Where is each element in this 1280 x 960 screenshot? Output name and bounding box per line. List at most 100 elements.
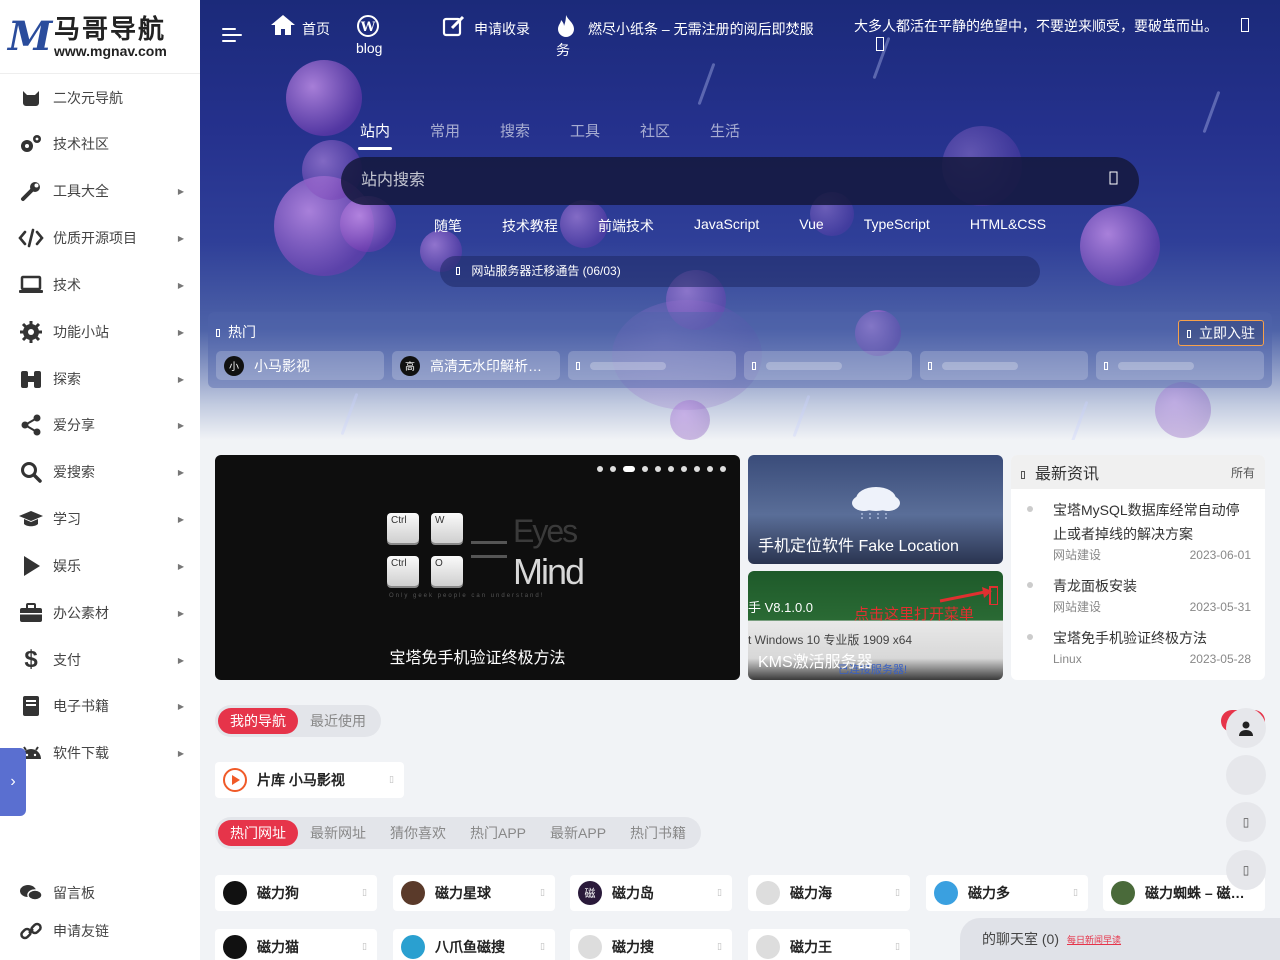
sidebar-item-guestbook[interactable]: 留言板	[0, 873, 200, 913]
site-avatar	[223, 881, 247, 905]
keyword-link[interactable]: TypeScript	[864, 216, 930, 236]
site-card[interactable]: 磁力狗 ▯	[215, 875, 377, 911]
daily-news-link[interactable]: 每日新闻早读	[1067, 933, 1121, 946]
sidebar-item-label: 爱分享	[53, 417, 95, 433]
nav-burn-note[interactable]: 燃尽小纸条 – 无需注册的阅后即焚服务	[556, 14, 826, 58]
slider-dot[interactable]	[597, 466, 603, 472]
article-card[interactable]: 手机定位软件 Fake Location	[748, 455, 1003, 564]
tab-hot-sites[interactable]: 热门网址	[218, 820, 298, 846]
news-item[interactable]: 青龙面板安装 网站建设 2023-05-31	[1027, 574, 1251, 616]
arrow-icon: ▯	[1073, 887, 1078, 897]
tab-hot-app[interactable]: 热门APP	[458, 820, 538, 846]
slide-caption: 宝塔免手机验证终极方法	[389, 650, 566, 667]
tab-guess[interactable]: 猜你喜欢	[378, 820, 458, 846]
tab-search[interactable]: 搜索	[480, 120, 550, 150]
keyword-link[interactable]: 技术教程	[502, 216, 558, 236]
sidebar: M 马哥导航 www.mgnav.com 二次元导航 技术社区 工具大全 ▶ 优…	[0, 0, 200, 960]
settle-button[interactable]: 立即入驻	[1178, 320, 1264, 346]
slider-dot[interactable]	[623, 466, 635, 472]
tab-recent[interactable]: 最近使用	[298, 708, 378, 734]
tab-tools[interactable]: 工具	[550, 120, 620, 150]
sidebar-item-search[interactable]: 爱搜索 ▶	[0, 452, 200, 492]
site-card[interactable]: 磁力搜 ▯	[570, 929, 732, 960]
search-icon[interactable]	[1107, 171, 1125, 189]
theme-button[interactable]	[1226, 755, 1266, 795]
slider-dot[interactable]	[610, 466, 616, 472]
tab-new-sites[interactable]: 最新网址	[298, 820, 378, 846]
sidebar-item-anime[interactable]: 二次元导航	[0, 78, 200, 118]
menu-toggle-icon[interactable]	[222, 26, 244, 44]
site-card[interactable]: 磁力海 ▯	[748, 875, 910, 911]
nav-blog[interactable]: W blog	[356, 14, 396, 59]
decor-bubble	[670, 400, 710, 440]
site-card[interactable]: 磁磁力岛 ▯	[570, 875, 732, 911]
sidebar-item-friend-link[interactable]: 申请友链	[0, 911, 200, 951]
site-card[interactable]: 八爪鱼磁搜 ▯	[393, 929, 555, 960]
slider-dot[interactable]	[707, 466, 713, 472]
slider-dot[interactable]	[681, 466, 687, 472]
sidebar-item-share[interactable]: 爱分享 ▶	[0, 405, 200, 445]
sidebar-item-tech[interactable]: 技术 ▶	[0, 265, 200, 305]
slider-dot[interactable]	[720, 466, 726, 472]
tab-site[interactable]: 站内	[340, 120, 410, 150]
sidebar-item-features[interactable]: 功能小站 ▶	[0, 312, 200, 352]
tab-hot-books[interactable]: 热门书籍	[618, 820, 698, 846]
tab-new-app[interactable]: 最新APP	[538, 820, 618, 846]
hot-item[interactable]: 高高清无水印解析…	[392, 351, 560, 380]
sidebar-item-office[interactable]: 办公素材 ▶	[0, 593, 200, 633]
news-item-title: 宝塔免手机验证终极方法	[1053, 630, 1207, 646]
sidebar-item-ebooks[interactable]: 电子书籍 ▶	[0, 686, 200, 726]
sidebar-item-payment[interactable]: $ 支付 ▶	[0, 640, 200, 680]
tab-life[interactable]: 生活	[690, 120, 760, 150]
tab-common[interactable]: 常用	[410, 120, 480, 150]
settings-icon[interactable]	[1241, 18, 1249, 32]
search-input[interactable]	[361, 157, 1061, 205]
keyword-link[interactable]: 前端技术	[598, 216, 654, 236]
hot-label: 热门	[216, 322, 256, 342]
sidebar-item-explore[interactable]: 探索 ▶	[0, 359, 200, 399]
sidebar-item-entertainment[interactable]: 娱乐 ▶	[0, 546, 200, 586]
arrow-icon: ▯	[362, 887, 367, 897]
site-logo[interactable]: M 马哥导航 www.mgnav.com	[0, 0, 200, 74]
site-card[interactable]: 磁力王 ▯	[748, 929, 910, 960]
nav-apply[interactable]: 申请收录	[442, 14, 532, 38]
sidebar-item-tech-community[interactable]: 技术社区	[0, 124, 200, 164]
play-icon	[18, 553, 44, 579]
notice-bar[interactable]: 网站服务器迁移通告 (06/03)	[440, 256, 1040, 287]
news-item[interactable]: 宝塔MySQL数据库经常自动停止或者掉线的解决方案 网站建设 2023-06-01	[1027, 498, 1251, 564]
chevron-right-icon: ▶	[177, 561, 184, 571]
tab-my-nav[interactable]: 我的导航	[218, 708, 298, 734]
slider-dot[interactable]	[655, 466, 661, 472]
slider-dot[interactable]	[642, 466, 648, 472]
keyword-link[interactable]: 随笔	[434, 216, 462, 236]
sidebar-item-label: 软件下载	[53, 745, 109, 761]
hot-item-placeholder	[744, 351, 912, 380]
sidebar-item-tools[interactable]: 工具大全 ▶	[0, 171, 200, 211]
keyword-link[interactable]: Vue	[799, 216, 823, 236]
my-nav-item[interactable]: 片库 小马影视 ▯	[215, 762, 404, 798]
news-item[interactable]: 宝塔免手机验证终极方法 Linux 2023-05-28	[1027, 626, 1251, 668]
news-more-link[interactable]: 所有	[1231, 464, 1255, 481]
sidebar-item-open-source[interactable]: 优质开源项目 ▶	[0, 218, 200, 258]
keyword-link[interactable]: JavaScript	[694, 216, 759, 236]
arrow-icon: ▯	[717, 941, 722, 951]
nav-home[interactable]: 首页	[270, 14, 330, 37]
hot-item[interactable]: 小小马影视	[216, 351, 384, 380]
user-button[interactable]	[1226, 708, 1266, 748]
sidebar-item-software[interactable]: 软件下载 ▶	[0, 733, 200, 773]
keyword-link[interactable]: HTML&CSS	[970, 216, 1046, 236]
site-card[interactable]: 磁力星球 ▯	[393, 875, 555, 911]
site-card[interactable]: 磁力猫 ▯	[215, 929, 377, 960]
featured-slider[interactable]: Ctrl W Ctrl O Eyes Mind Only geek people…	[215, 455, 740, 680]
article-card[interactable]: 手 V8.1.0.0 点击这里打开菜单 t Windows 10 专业版 190…	[748, 571, 1003, 680]
chat-room-bar[interactable]: 的聊天室 (0) 每日新闻早读	[960, 918, 1280, 960]
back-to-top-button[interactable]: ▯	[1226, 850, 1266, 890]
slider-dot[interactable]	[668, 466, 674, 472]
decor-streak	[1202, 90, 1221, 134]
slider-dot[interactable]	[694, 466, 700, 472]
sidebar-item-study[interactable]: 学习 ▶	[0, 499, 200, 539]
tab-community[interactable]: 社区	[620, 120, 690, 150]
site-card[interactable]: 磁力多 ▯	[926, 875, 1088, 911]
sidebar-toggle-tab[interactable]: ›	[0, 748, 26, 816]
feedback-button[interactable]: ▯	[1226, 802, 1266, 842]
